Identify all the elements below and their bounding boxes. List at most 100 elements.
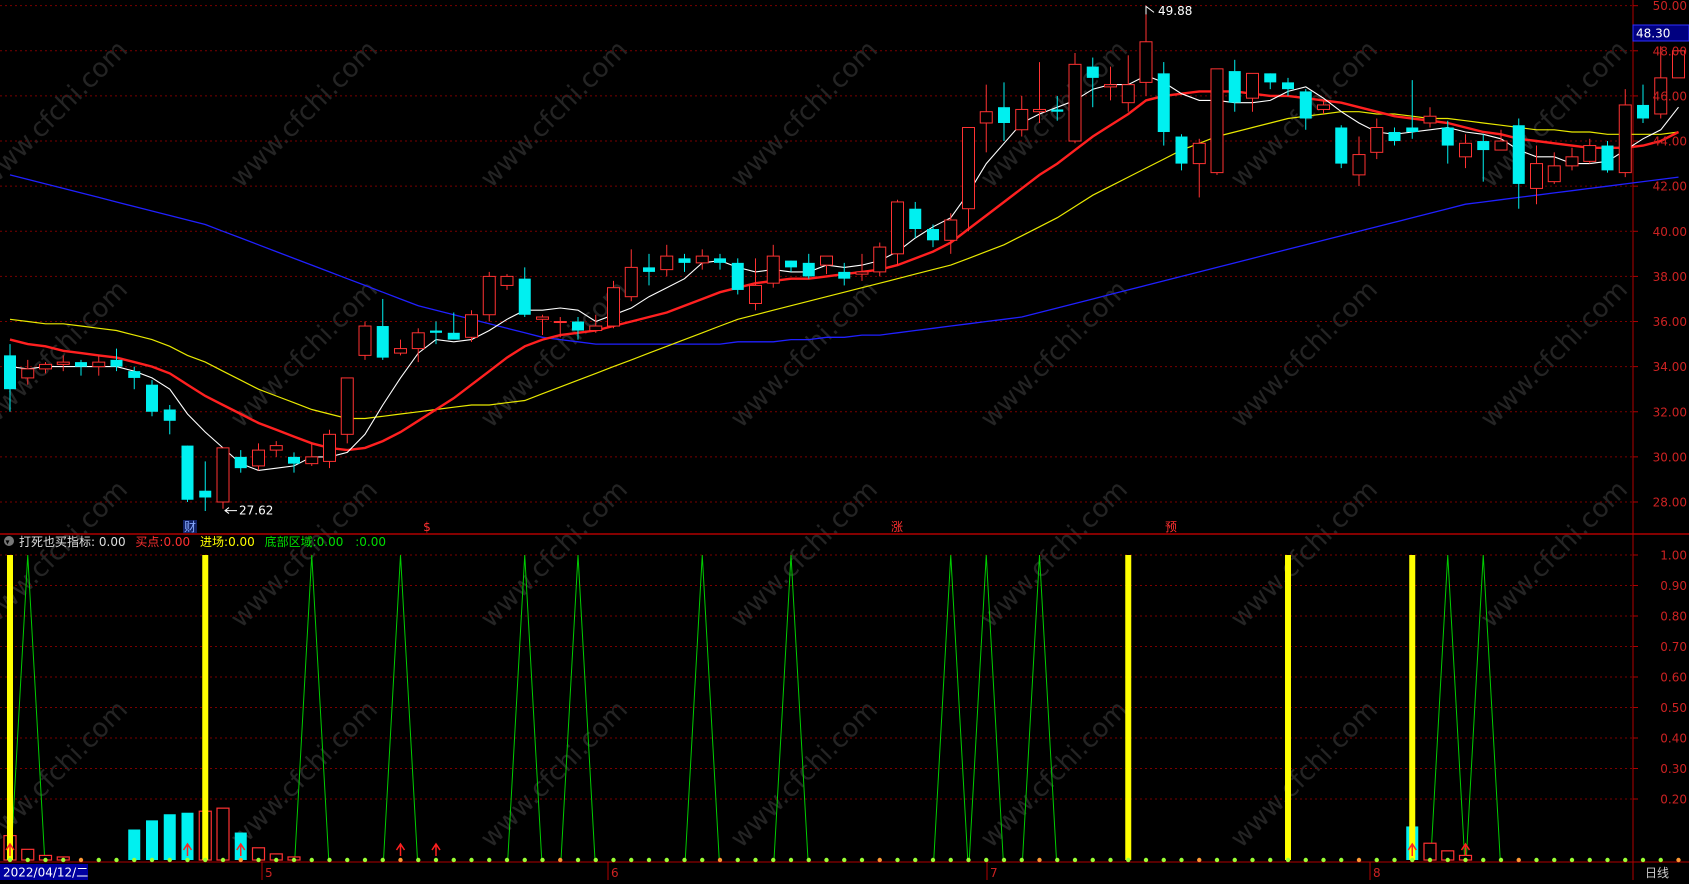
- candle-body: [1565, 156, 1579, 167]
- candle[interactable]: [1618, 89, 1632, 178]
- candle[interactable]: [766, 244, 780, 288]
- candle[interactable]: [1352, 136, 1366, 187]
- baseline-dot: [433, 857, 439, 863]
- baseline-dot: [7, 857, 13, 863]
- candle[interactable]: [252, 443, 265, 471]
- candle[interactable]: [1157, 62, 1170, 146]
- candle[interactable]: [1228, 59, 1241, 112]
- baseline-dot: [256, 857, 261, 863]
- chevron-down-icon[interactable]: ▾: [6, 538, 10, 547]
- chart-canvas[interactable]: www.cfchi.com www.cfchi.com www.cfchi.com w…: [0, 0, 1689, 880]
- candle[interactable]: [962, 127, 975, 232]
- dividend-marker[interactable]: $: [420, 520, 434, 534]
- candle[interactable]: [1583, 138, 1597, 164]
- candle[interactable]: [1068, 53, 1082, 144]
- candle[interactable]: [1192, 138, 1206, 198]
- candle[interactable]: [1423, 107, 1437, 128]
- candle-body: [1512, 125, 1525, 184]
- candle[interactable]: [607, 280, 620, 329]
- candle[interactable]: [660, 244, 674, 277]
- candle[interactable]: [411, 328, 425, 363]
- watermark-text: www.cfchi.com: [225, 475, 384, 634]
- candle[interactable]: [199, 461, 212, 512]
- candle[interactable]: [891, 199, 904, 266]
- candle[interactable]: [1388, 127, 1401, 146]
- date-label[interactable]: 2022/04/12/二: [0, 864, 88, 880]
- candle[interactable]: [802, 253, 815, 279]
- candle[interactable]: [394, 339, 407, 356]
- candle[interactable]: [163, 404, 176, 435]
- candle[interactable]: [1210, 68, 1224, 175]
- financial-marker[interactable]: 财: [183, 520, 197, 534]
- candle[interactable]: [1512, 118, 1525, 209]
- candle[interactable]: [1459, 134, 1472, 169]
- candle-body: [376, 326, 389, 358]
- candle[interactable]: [430, 321, 442, 345]
- candle[interactable]: [1601, 141, 1614, 173]
- baseline-dot: [1285, 857, 1291, 863]
- indicator-name-value: : 0.00: [91, 535, 126, 549]
- stock-chart[interactable]: www.cfchi.com www.cfchi.com www.cfchi.com w…: [0, 0, 1689, 880]
- candle[interactable]: [927, 224, 939, 248]
- baseline-dot: [1356, 857, 1362, 863]
- candle[interactable]: [909, 201, 922, 239]
- candle-body: [269, 445, 283, 451]
- candle[interactable]: [216, 447, 230, 509]
- baseline-dot: [1072, 857, 1078, 863]
- candle[interactable]: [643, 253, 655, 286]
- candle[interactable]: [92, 355, 106, 376]
- candle[interactable]: [288, 452, 300, 473]
- candle[interactable]: [1441, 120, 1454, 164]
- candle[interactable]: [998, 82, 1010, 142]
- baseline-dot: [593, 857, 598, 863]
- candle[interactable]: [820, 255, 833, 275]
- candle[interactable]: [75, 359, 87, 376]
- candle[interactable]: [1264, 73, 1277, 90]
- candle-body: [288, 456, 300, 464]
- candle[interactable]: [447, 312, 460, 340]
- candle[interactable]: [1246, 72, 1259, 112]
- candle[interactable]: [1370, 118, 1384, 160]
- candle[interactable]: [1175, 134, 1188, 171]
- candle[interactable]: [624, 249, 638, 302]
- candle[interactable]: [1637, 84, 1649, 123]
- candle[interactable]: [269, 441, 283, 457]
- candle[interactable]: [731, 258, 744, 295]
- candle[interactable]: [358, 321, 372, 360]
- candle[interactable]: [234, 450, 247, 473]
- candle[interactable]: [376, 298, 389, 360]
- price-tick-label: 44.00: [1653, 135, 1687, 149]
- baseline-dot: [1481, 857, 1486, 863]
- candle[interactable]: [1139, 8, 1153, 96]
- surge-marker[interactable]: 涨: [890, 519, 904, 534]
- candle[interactable]: [500, 274, 514, 290]
- candle[interactable]: [873, 242, 887, 277]
- candle[interactable]: [1406, 80, 1419, 139]
- candle[interactable]: [1565, 147, 1579, 171]
- candle[interactable]: [323, 429, 336, 469]
- candle-body: [802, 262, 815, 277]
- candle[interactable]: [465, 310, 478, 342]
- baseline-dot: [43, 857, 48, 863]
- candle[interactable]: [838, 262, 851, 286]
- entry-spike: [1409, 555, 1416, 860]
- candle[interactable]: [340, 377, 354, 444]
- candle[interactable]: [785, 260, 797, 272]
- candle[interactable]: [678, 253, 691, 272]
- period-label[interactable]: 日线: [1645, 866, 1669, 880]
- candle[interactable]: [1335, 125, 1348, 169]
- candle[interactable]: [482, 271, 496, 322]
- candle[interactable]: [536, 314, 549, 336]
- candle[interactable]: [181, 445, 194, 502]
- baseline-dot: [1534, 857, 1539, 863]
- indicator-name: 打死也买指标: [19, 534, 91, 549]
- candle[interactable]: [518, 267, 531, 318]
- candle-body: [1335, 127, 1348, 164]
- forecast-marker[interactable]: 预: [1164, 520, 1178, 534]
- candle[interactable]: [714, 253, 726, 270]
- candle[interactable]: [305, 443, 319, 466]
- candle[interactable]: [146, 380, 158, 417]
- indicator-tick-label: 0.80: [1660, 610, 1687, 624]
- candle[interactable]: [979, 84, 993, 153]
- candle-body: [1494, 140, 1508, 151]
